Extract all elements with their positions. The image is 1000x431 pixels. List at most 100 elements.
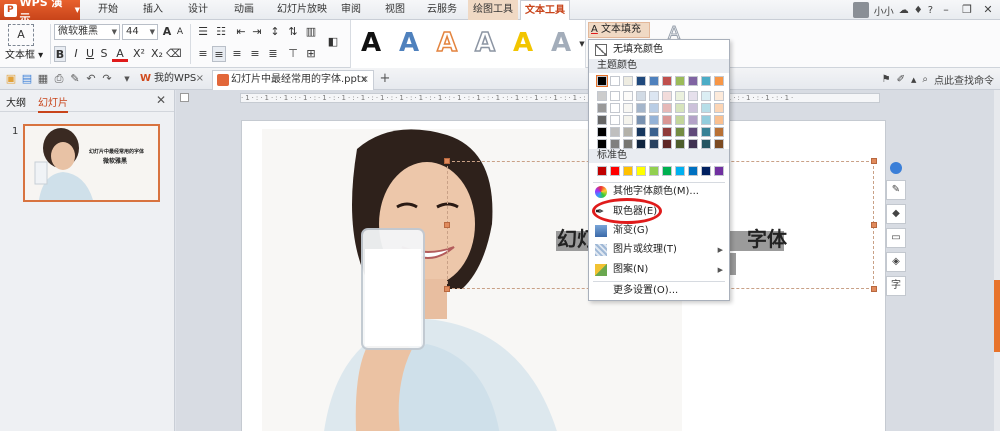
bullet-list-icon[interactable]: ☰	[196, 24, 210, 40]
color-swatch[interactable]	[688, 139, 698, 149]
color-swatch[interactable]	[649, 103, 659, 113]
resize-handle[interactable]	[444, 158, 450, 164]
text-style-gray[interactable]: A	[545, 26, 577, 60]
tab-text-tools[interactable]: 文本工具	[520, 0, 570, 21]
pattern-item[interactable]: 图案(N) ▶	[589, 261, 729, 279]
no-fill-item[interactable]: 无填充颜色	[589, 41, 729, 59]
color-swatch[interactable]	[701, 166, 711, 176]
doc-tab-mywps[interactable]: W 我的WPS ×	[136, 70, 208, 90]
close-icon[interactable]: ×	[196, 70, 204, 88]
tab-slideshow[interactable]: 幻灯片放映	[270, 0, 334, 20]
align-right-icon[interactable]: ≡	[230, 46, 244, 62]
text-style-yellow[interactable]: A	[507, 26, 539, 60]
doc-tab-active[interactable]: 幻灯片中最经常用的字体.pptx * ×	[212, 70, 374, 103]
tab-drawing-tools[interactable]: 绘图工具	[468, 0, 518, 20]
color-swatch[interactable]	[597, 91, 607, 101]
collapse-icon[interactable]	[890, 162, 902, 174]
color-swatch[interactable]	[701, 103, 711, 113]
columns-icon[interactable]: ▥	[304, 24, 318, 40]
font-size-select[interactable]: 44 ▼	[122, 24, 158, 40]
bold-button[interactable]: B	[54, 46, 66, 62]
scroll-thumb[interactable]	[994, 280, 1000, 352]
color-swatch[interactable]	[636, 166, 646, 176]
clear-format-icon[interactable]: ⌫	[166, 46, 182, 62]
pin-icon[interactable]: ⚑	[882, 74, 891, 85]
close-icon[interactable]: ✕	[156, 93, 166, 107]
tab-outline[interactable]: 大纲	[6, 94, 26, 109]
resize-handle[interactable]	[871, 158, 877, 164]
tab-animation[interactable]: 动画	[226, 0, 262, 20]
align-left-icon[interactable]: ≡	[196, 46, 210, 62]
color-swatch[interactable]	[623, 166, 633, 176]
color-swatch[interactable]	[662, 139, 672, 149]
color-swatch[interactable]	[597, 127, 607, 137]
shrink-font-icon[interactable]: A	[174, 24, 186, 40]
color-swatch[interactable]	[610, 166, 620, 176]
color-swatch[interactable]	[623, 103, 633, 113]
color-swatch[interactable]	[701, 115, 711, 125]
color-swatch[interactable]	[662, 103, 672, 113]
color-swatch[interactable]	[597, 103, 607, 113]
picture-texture-item[interactable]: 图片或纹理(T) ▶	[589, 241, 729, 259]
slide-canvas[interactable]: 幻灯 字体	[241, 120, 886, 431]
color-swatch[interactable]	[662, 166, 672, 176]
format-painter-icon[interactable]: ✎	[68, 72, 82, 86]
color-swatch[interactable]	[610, 91, 620, 101]
align-center-icon[interactable]: ≡	[212, 46, 226, 62]
color-swatch[interactable]	[597, 115, 607, 125]
tab-cloud[interactable]: 云服务	[420, 0, 464, 20]
color-swatch[interactable]	[610, 127, 620, 137]
shirt-icon[interactable]: ♦	[914, 5, 923, 16]
color-swatch[interactable]	[675, 76, 685, 86]
color-swatch[interactable]	[701, 139, 711, 149]
color-swatch[interactable]	[688, 115, 698, 125]
color-swatch[interactable]	[597, 166, 607, 176]
outline-icon[interactable]: ▭	[886, 228, 906, 248]
resize-handle[interactable]	[871, 222, 877, 228]
more-settings-item[interactable]: 更多设置(O)...	[589, 282, 729, 300]
vertical-align-icon[interactable]: ⊤	[286, 46, 300, 62]
search-icon[interactable]: ⌕	[922, 74, 928, 85]
color-swatch[interactable]	[675, 139, 685, 149]
search-input[interactable]: 点此查找命令	[934, 72, 994, 87]
color-swatch[interactable]	[701, 76, 711, 86]
print-preview-icon[interactable]: ▦	[36, 72, 50, 86]
vertical-scrollbar[interactable]	[994, 90, 1000, 431]
chevron-down-icon[interactable]: ▼	[120, 72, 134, 86]
more-colors-item[interactable]: 其他字体颜色(M)...	[589, 183, 729, 201]
color-swatch[interactable]	[662, 91, 672, 101]
color-swatch[interactable]	[649, 139, 659, 149]
color-swatch[interactable]	[675, 166, 685, 176]
tab-slides[interactable]: 幻灯片	[38, 94, 68, 113]
text-direction-icon[interactable]: ⇅	[286, 24, 300, 40]
color-swatch[interactable]	[623, 91, 633, 101]
tab-review[interactable]: 审阅	[336, 0, 366, 20]
color-swatch[interactable]	[610, 115, 620, 125]
edit-shape-icon[interactable]: ✎	[886, 180, 906, 200]
color-swatch[interactable]	[714, 139, 724, 149]
textbox-button[interactable]: 文本框 ▾	[5, 46, 43, 61]
add-tab-icon[interactable]: +	[378, 72, 392, 86]
resize-handle[interactable]	[871, 286, 877, 292]
gradient-item[interactable]: 渐变(G)	[589, 222, 729, 240]
text-style-black[interactable]: A	[355, 26, 387, 60]
numbered-list-icon[interactable]: ☷	[214, 24, 228, 40]
color-swatch[interactable]	[649, 166, 659, 176]
minimize-button[interactable]: –	[938, 3, 954, 17]
color-swatch[interactable]	[610, 139, 620, 149]
color-swatch[interactable]	[688, 166, 698, 176]
color-swatch[interactable]	[662, 115, 672, 125]
layers-icon[interactable]: ◈	[886, 252, 906, 272]
color-swatch[interactable]	[623, 139, 633, 149]
increase-indent-icon[interactable]: ⇥	[250, 24, 264, 40]
avatar[interactable]	[852, 2, 869, 18]
resize-handle[interactable]	[444, 286, 450, 292]
chevron-down-icon[interactable]: ▲	[911, 76, 916, 84]
color-swatch[interactable]	[636, 91, 646, 101]
open-folder-icon[interactable]: ▣	[4, 72, 18, 86]
text-style-blue[interactable]: A	[393, 26, 425, 60]
color-swatch[interactable]	[688, 91, 698, 101]
gallery-more-icon[interactable]: ▼	[578, 36, 586, 52]
cloud-icon[interactable]: ☁	[899, 5, 909, 16]
redo-icon[interactable]: ↷	[100, 72, 114, 86]
